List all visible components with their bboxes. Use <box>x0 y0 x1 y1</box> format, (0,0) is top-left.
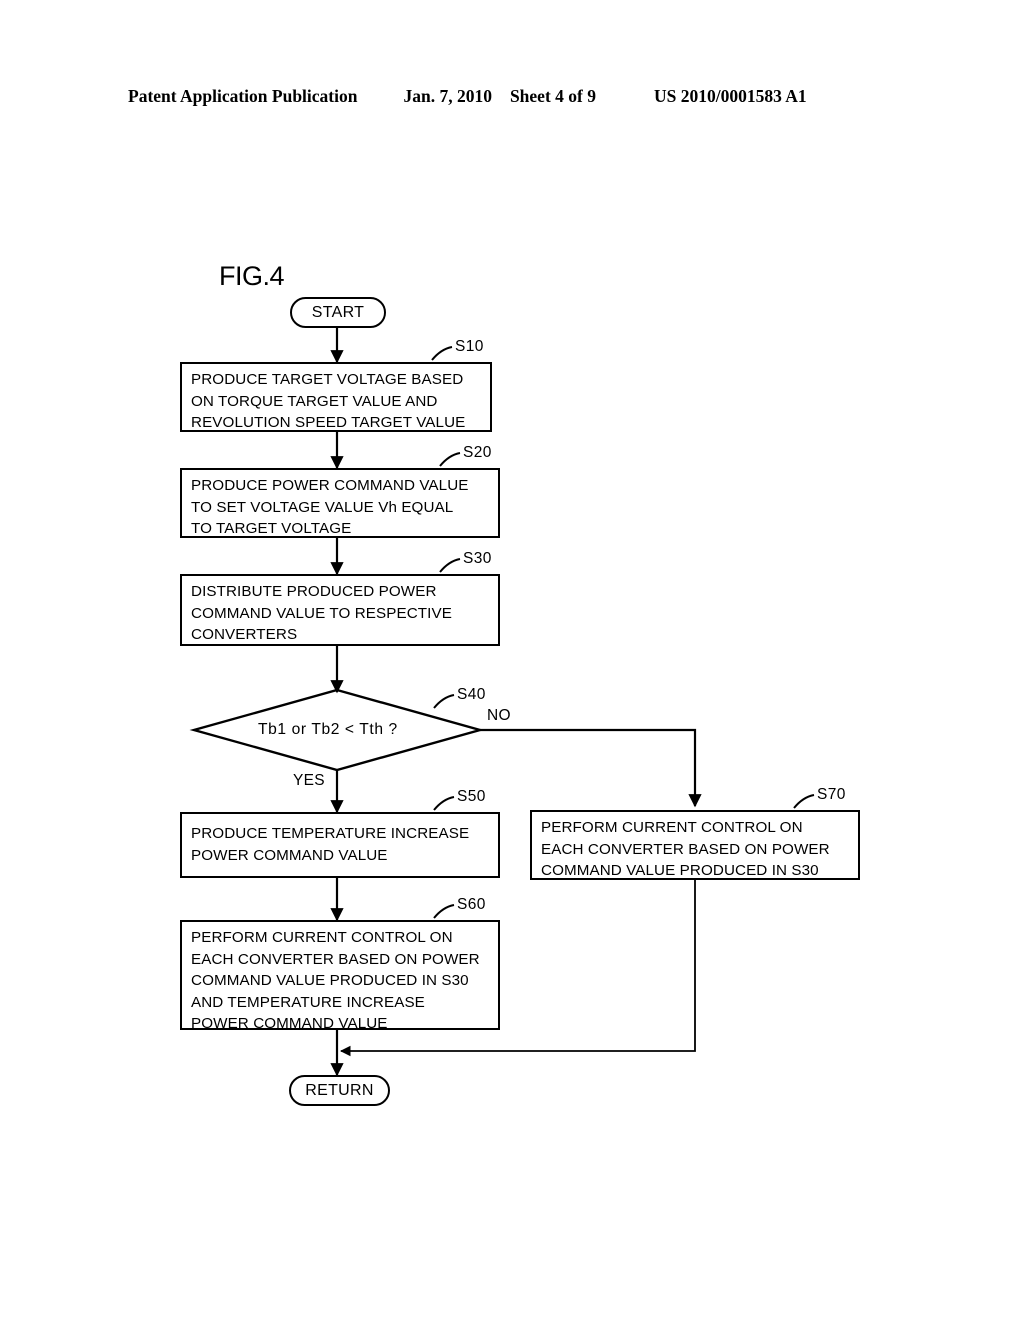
process-box-s50: PRODUCE TEMPERATURE INCREASE POWER COMMA… <box>180 812 500 878</box>
terminator-return: RETURN <box>289 1075 390 1106</box>
branch-label-no: NO <box>487 707 511 724</box>
connector-no-to-s70 <box>480 728 702 808</box>
process-box-s70: PERFORM CURRENT CONTROL ON EACH CONVERTE… <box>530 810 860 880</box>
step-tag-s50: S50 <box>457 788 486 805</box>
step-tag-s70: S70 <box>817 786 846 803</box>
process-box-s10: PRODUCE TARGET VOLTAGE BASED ON TORQUE T… <box>180 362 492 432</box>
terminator-start: START <box>290 297 386 328</box>
process-box-s20: PRODUCE POWER COMMAND VALUE TO SET VOLTA… <box>180 468 500 538</box>
process-box-s30: DISTRIBUTE PRODUCED POWER COMMAND VALUE … <box>180 574 500 646</box>
decision-text: Tb1 or Tb2 < Tth ? <box>258 721 398 738</box>
step-tag-s30: S30 <box>463 550 492 567</box>
step-tag-s40: S40 <box>457 686 486 703</box>
branch-label-yes: YES <box>293 772 325 789</box>
process-box-s60: PERFORM CURRENT CONTROL ON EACH CONVERTE… <box>180 920 500 1032</box>
step-tag-s20: S20 <box>463 444 492 461</box>
flowchart-connectors <box>189 327 702 1077</box>
step-tag-s10: S10 <box>455 338 484 355</box>
step-tag-s60: S60 <box>457 896 486 913</box>
